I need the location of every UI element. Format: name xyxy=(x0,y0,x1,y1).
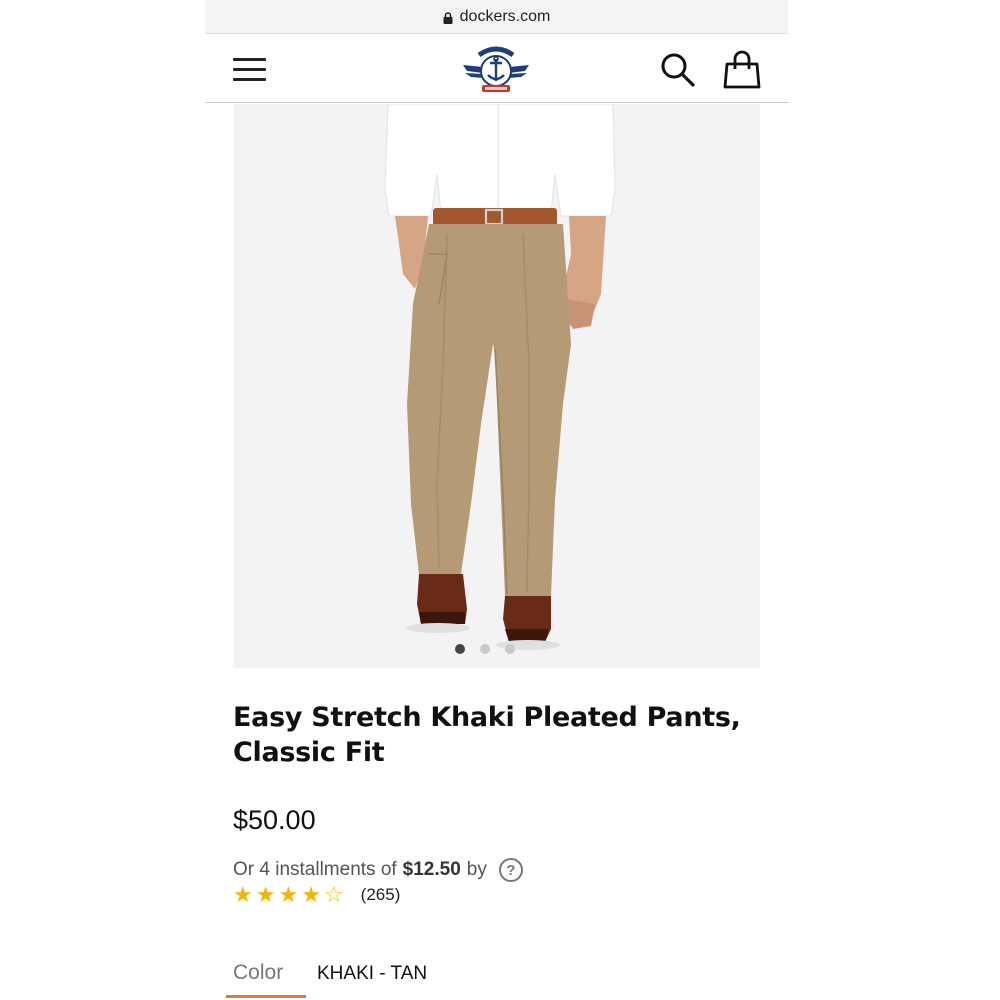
address-bar[interactable]: dockers.com xyxy=(205,0,788,34)
star-filled-icon: ★ xyxy=(278,882,299,907)
installments-info: Or 4 installments of $12.50 by ? xyxy=(233,858,523,882)
star-filled-icon: ★ xyxy=(301,882,321,907)
product-title-line1: Easy Stretch Khaki Pleated Pants, xyxy=(233,702,741,733)
tab-color[interactable]: Color xyxy=(226,955,306,1000)
gallery-dot-2[interactable] xyxy=(480,644,490,654)
star-empty-icon: ☆ xyxy=(323,882,344,907)
star-filled-icon: ★ xyxy=(233,882,253,907)
product-title-line2: Classic Fit xyxy=(233,737,385,768)
product-title: Easy Stretch Khaki Pleated Pants, Classi… xyxy=(233,700,793,770)
gallery-dot-3[interactable] xyxy=(505,644,515,654)
installments-suffix: by xyxy=(466,859,487,880)
site-header xyxy=(205,35,788,103)
help-circle-icon[interactable]: ? xyxy=(498,858,523,882)
gallery-pagination xyxy=(455,644,515,654)
product-image[interactable] xyxy=(233,104,760,668)
rating-summary[interactable]: ★ ★ ★ ★ ☆ (265) xyxy=(233,883,400,907)
gallery-dot-1[interactable] xyxy=(455,644,465,654)
search-icon[interactable] xyxy=(660,52,696,88)
url-text: dockers.com xyxy=(459,7,551,25)
star-filled-icon: ★ xyxy=(255,882,276,907)
lock-icon xyxy=(443,11,453,24)
tab-underline xyxy=(226,995,306,998)
color-label: Color xyxy=(233,961,284,984)
installment-amount: $12.50 xyxy=(402,859,461,880)
installments-prefix: Or 4 installments of xyxy=(233,859,397,880)
shopping-bag-icon[interactable] xyxy=(721,50,763,90)
product-price: $50.00 xyxy=(233,805,316,835)
review-count[interactable]: (265) xyxy=(361,885,401,905)
dockers-logo[interactable] xyxy=(461,43,531,95)
hamburger-menu-icon[interactable] xyxy=(233,56,267,82)
selected-color-value: KHAKI - TAN xyxy=(317,963,428,984)
